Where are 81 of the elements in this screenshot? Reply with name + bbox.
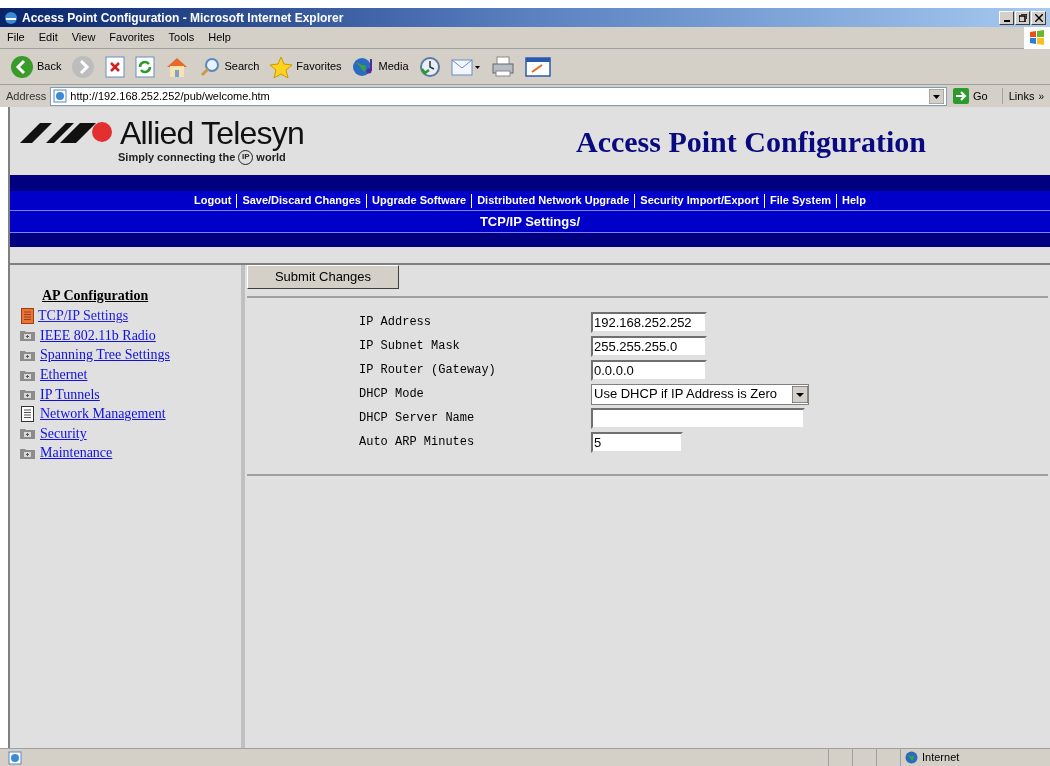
field-label: DHCP Mode <box>358 386 425 403</box>
field-label: Auto ARP Minutes <box>358 434 476 451</box>
text-field[interactable] <box>591 407 805 429</box>
nav-link[interactable]: Upgrade Software <box>372 192 467 209</box>
sidebar-link[interactable]: IEEE 802.11b Radio <box>40 324 156 346</box>
refresh-icon <box>135 55 156 78</box>
globe-icon <box>905 751 918 764</box>
field-label: IP Address <box>358 314 432 331</box>
minimize-icon <box>1003 19 1010 22</box>
sidebar-link[interactable]: Network Management <box>40 403 166 425</box>
restore-icon <box>1018 13 1027 22</box>
sidebar-link[interactable]: Spanning Tree Settings <box>40 344 170 366</box>
submit-button[interactable]: Submit Changes <box>247 265 399 289</box>
menu-item[interactable]: Tools <box>161 29 202 46</box>
tagline-text: world <box>256 150 286 165</box>
sidebar-link[interactable]: IP Tunnels <box>40 383 100 405</box>
nav-link[interactable]: Distributed Network Upgrade <box>477 192 630 209</box>
dropdown-arrow-icon[interactable] <box>929 88 945 104</box>
menu-item[interactable]: Edit <box>31 29 65 46</box>
field-label: IP Router (Gateway) <box>358 362 497 379</box>
go-arrow-icon <box>953 88 970 104</box>
breadcrumb: TCP/IP Settings/ <box>479 212 581 231</box>
folder-icon <box>20 368 35 381</box>
history-icon <box>418 55 441 78</box>
window-title: Access Point Configuration - Microsoft Internet Explorer <box>22 9 344 27</box>
media-button[interactable]: Media <box>349 51 411 82</box>
links-label[interactable]: Links <box>1001 87 1035 105</box>
text-field[interactable]: 192.168.252.252 <box>591 311 707 333</box>
favorites-button[interactable]: Favorites <box>267 51 344 82</box>
text-field[interactable]: 255.255.255.0 <box>591 335 707 357</box>
nav-link[interactable]: Security Import/Export <box>640 192 759 209</box>
close-button[interactable] <box>1031 10 1046 25</box>
minimize-button[interactable] <box>999 10 1014 25</box>
search-icon <box>199 55 222 78</box>
nav-link[interactable]: File System <box>769 192 832 209</box>
folder-icon <box>20 388 35 401</box>
close-icon <box>1034 13 1043 22</box>
folder-icon <box>20 349 35 361</box>
nav-link[interactable]: Logout <box>194 192 232 209</box>
menu-item[interactable]: File <box>0 29 32 46</box>
sidebar-link[interactable]: Maintenance <box>40 442 113 464</box>
restore-button[interactable] <box>1015 10 1030 25</box>
browser-icon <box>4 10 18 25</box>
stop-icon <box>105 55 126 78</box>
printer-icon <box>490 55 515 78</box>
address-label: Address <box>6 88 47 104</box>
back-button[interactable]: Back <box>8 51 64 82</box>
folder-icon <box>20 427 35 440</box>
windows-flag-icon <box>1029 29 1045 46</box>
chevron-text[interactable]: » <box>1038 88 1044 104</box>
edit-icon <box>524 55 551 78</box>
tagline-text: Simply connecting the <box>118 150 236 165</box>
document-icon <box>21 307 34 324</box>
dropdown-arrow-icon <box>792 385 808 403</box>
sidebar-link[interactable]: TCP/IP Settings <box>38 305 129 327</box>
page-icon <box>53 89 68 103</box>
envelope-icon <box>450 56 481 77</box>
address-field[interactable]: http://192.168.252.252/pub/welcome.htm <box>50 86 948 106</box>
menu-item[interactable]: Help <box>201 29 238 46</box>
nav-link[interactable]: Save/Discard Changes <box>242 192 361 209</box>
search-button[interactable]: Search <box>197 51 262 82</box>
menu-item[interactable]: Favorites <box>102 29 162 46</box>
dhcp-mode-select[interactable]: Use DHCP if IP Address is Zero <box>591 383 809 405</box>
zone-label: Internet <box>922 750 960 766</box>
nav-link[interactable]: Help <box>842 192 866 209</box>
sidebar-link[interactable]: Ethernet <box>40 364 88 386</box>
text-field[interactable]: 5 <box>591 431 683 453</box>
document-icon <box>21 405 34 422</box>
field-label: DHCP Server Name <box>358 410 476 427</box>
folder-icon <box>20 329 35 342</box>
field-label: IP Subnet Mask <box>358 338 461 355</box>
go-button[interactable]: Go <box>951 87 990 105</box>
star-icon <box>269 55 294 78</box>
menu-item[interactable]: View <box>64 29 103 46</box>
text-field[interactable]: 0.0.0.0 <box>591 359 707 381</box>
folder-icon <box>20 446 35 459</box>
sidebar-heading: AP Configuration <box>42 287 149 305</box>
sidebar-link[interactable]: Security <box>40 422 87 444</box>
brand-name: Allied Telesyn <box>120 116 304 149</box>
page-heading: Access Point Configuration <box>576 123 926 160</box>
page-icon <box>8 750 22 765</box>
